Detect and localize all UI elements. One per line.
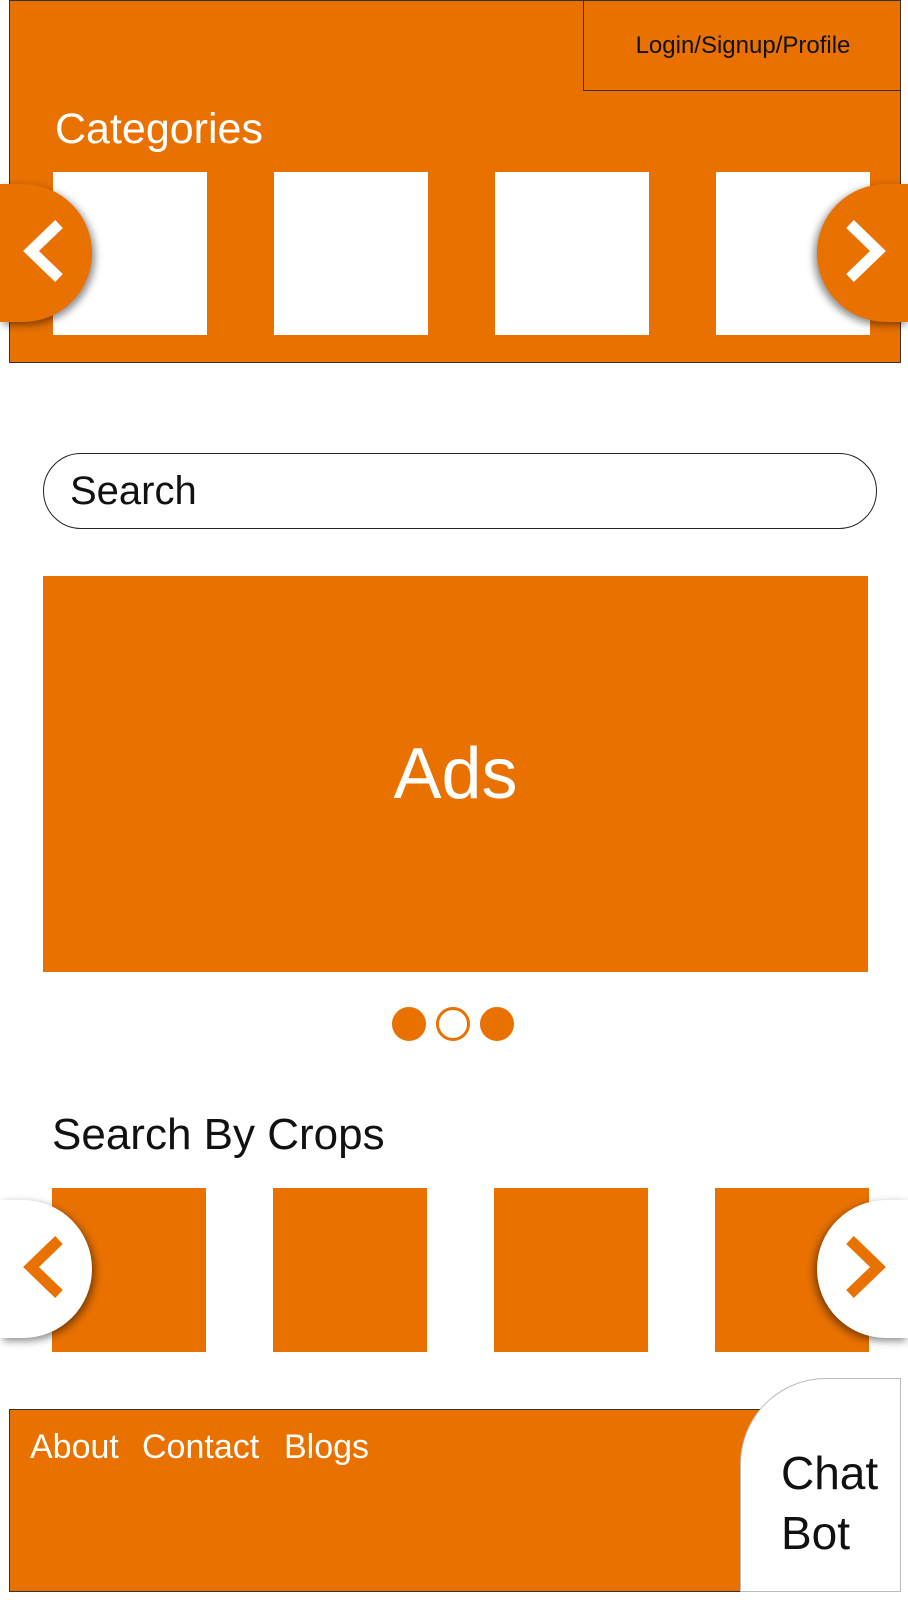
crop-tile[interactable] bbox=[494, 1188, 648, 1352]
carousel-dot[interactable] bbox=[480, 1007, 514, 1041]
carousel-dot[interactable] bbox=[392, 1007, 426, 1041]
search-input[interactable]: Search bbox=[43, 453, 877, 529]
login-signup-profile-button[interactable]: Login/Signup/Profile bbox=[583, 1, 900, 91]
chatbot-button[interactable]: Chat Bot bbox=[740, 1378, 901, 1592]
categories-title: Categories bbox=[55, 105, 263, 153]
header: Login/Signup/Profile Categories bbox=[9, 0, 901, 363]
chevron-right-icon bbox=[836, 1232, 890, 1307]
ads-banner[interactable]: Ads bbox=[43, 576, 868, 972]
footer-link-about[interactable]: About bbox=[30, 1428, 119, 1467]
chatbot-label-line2: Bot bbox=[781, 1507, 851, 1559]
chevron-left-icon bbox=[19, 1232, 73, 1307]
category-tile[interactable] bbox=[274, 172, 428, 335]
footer-link-contact[interactable]: Contact bbox=[142, 1428, 259, 1467]
category-tile[interactable] bbox=[495, 172, 649, 335]
chevron-right-icon bbox=[836, 216, 890, 291]
chevron-left-icon bbox=[19, 216, 73, 291]
ads-carousel-dots bbox=[392, 1007, 514, 1041]
footer-link-blogs[interactable]: Blogs bbox=[284, 1428, 369, 1467]
chatbot-label-line1: Chat bbox=[781, 1447, 879, 1499]
crop-tile[interactable] bbox=[273, 1188, 427, 1352]
search-by-crops-title: Search By Crops bbox=[52, 1110, 385, 1159]
carousel-dot-active[interactable] bbox=[436, 1007, 470, 1041]
